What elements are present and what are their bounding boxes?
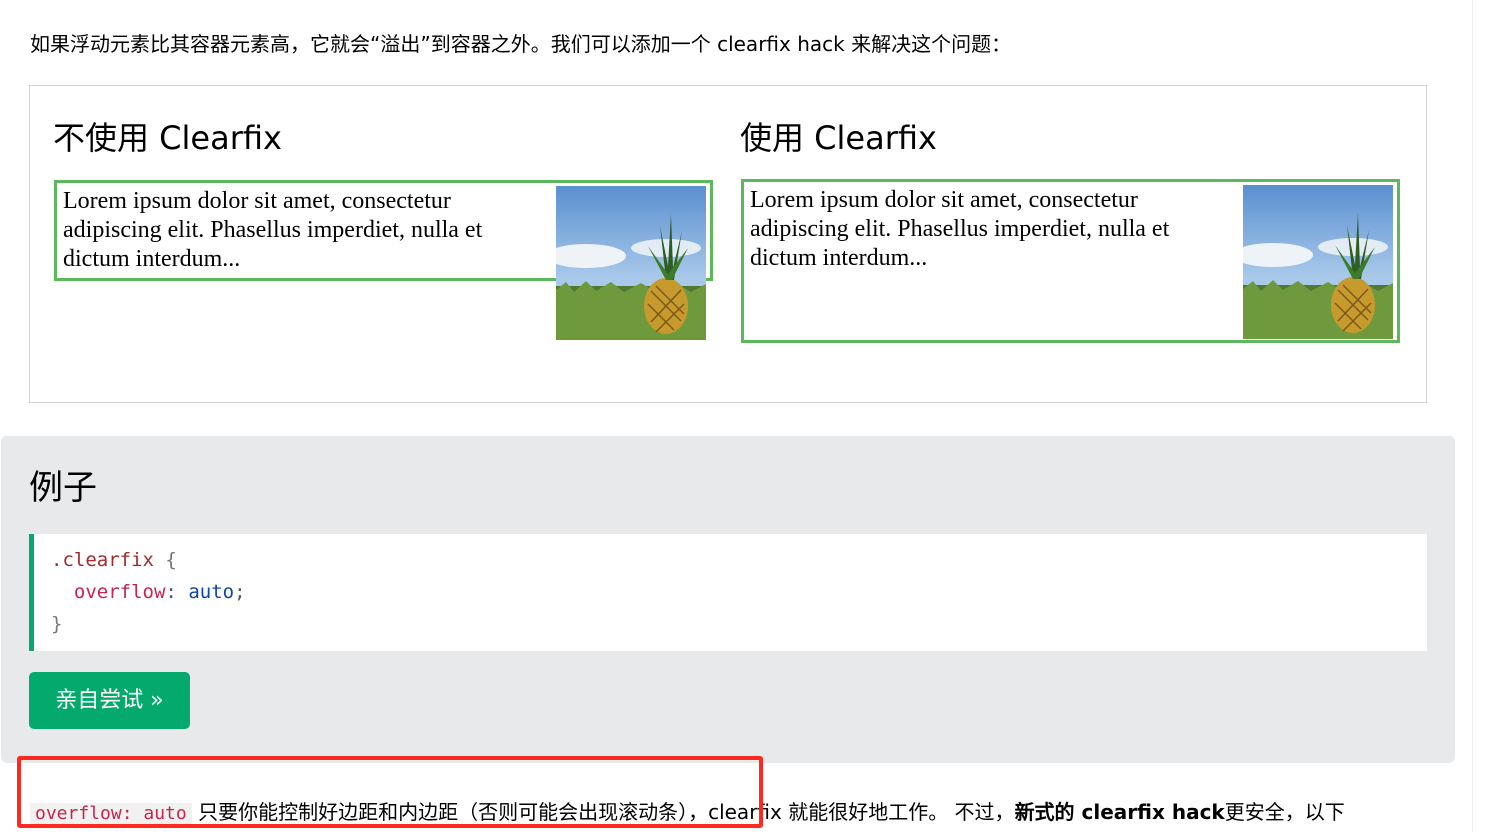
code-value: auto xyxy=(188,581,235,603)
code-selector: .clearfix xyxy=(51,549,154,571)
lorem-text: Lorem ipsum dolor sit amet, consectetur … xyxy=(63,188,483,272)
pineapple-image xyxy=(556,186,706,340)
intro-paragraph: 如果浮动元素比其容器元素高，它就会“溢出”到容器之外。我们可以添加一个 clea… xyxy=(30,32,1012,56)
heading-without-clearfix: 不使用 Clearfix xyxy=(53,119,282,157)
code-colon: : xyxy=(165,581,177,603)
bottom-text-end: 更安全，以下 xyxy=(1224,800,1345,824)
clearfix-demo: 不使用 Clearfix 使用 Clearfix Lorem ipsum dol… xyxy=(29,85,1427,403)
pineapple-image xyxy=(1243,185,1393,339)
try-it-yourself-button[interactable]: 亲自尝试 » xyxy=(29,672,190,729)
page-right-edge xyxy=(1472,0,1473,832)
bottom-text: 只要你能控制好边距和内边距（否则可能会出现滚动条），clearfix 就能很好地… xyxy=(191,800,1015,824)
code-line: .clearfix { xyxy=(51,544,1427,576)
heading-with-clearfix: 使用 Clearfix xyxy=(740,119,937,157)
code-property: overflow xyxy=(73,581,166,603)
code-close-brace: } xyxy=(51,613,63,635)
code-block: .clearfix { overflow: auto; } xyxy=(29,534,1427,651)
code-open-brace: { xyxy=(153,549,177,571)
code-line: overflow: auto; xyxy=(51,576,1427,608)
code-line: } xyxy=(51,608,1427,640)
example-title: 例子 xyxy=(29,468,97,508)
bottom-paragraph: overflow: auto 只要你能控制好边距和内边距（否则可能会出现滚动条）… xyxy=(30,796,1345,830)
code-semicolon: ; xyxy=(234,581,246,603)
lorem-text: Lorem ipsum dolor sit amet, consectetur … xyxy=(750,187,1170,271)
example-section: 例子 .clearfix { overflow: auto; } 亲自尝试 » xyxy=(1,436,1455,763)
inline-code: overflow: auto xyxy=(30,803,192,824)
bold-text: 新式的 clearfix hack xyxy=(1014,800,1225,824)
